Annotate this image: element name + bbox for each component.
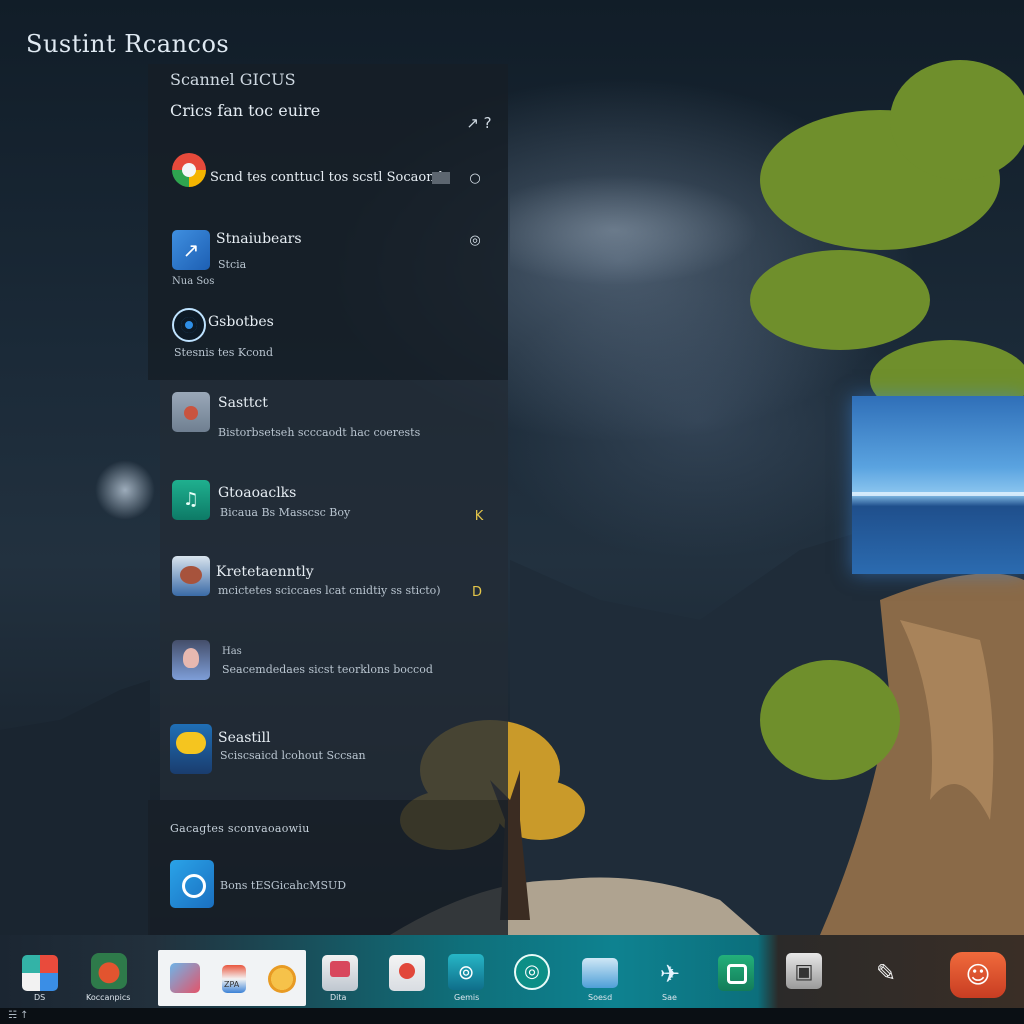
section-label: Gacagtes sconvaoaowiu [170, 822, 310, 835]
list-item-title[interactable]: Bons tESGicahcMSUD [220, 879, 346, 892]
photos-app-icon[interactable] [582, 958, 618, 988]
list-item-title[interactable]: Sasttct [218, 395, 268, 411]
list-item-title[interactable]: Gsbotbes [208, 314, 274, 330]
assistant-app-icon[interactable] [950, 952, 1006, 998]
windows-apps-icon[interactable] [22, 955, 58, 991]
floating-landscape-window[interactable] [852, 396, 1024, 574]
taskbar-label: Dita [330, 993, 347, 1002]
chat-icon[interactable] [170, 724, 212, 774]
start-menu-subheading: Crics fan toc euire [170, 101, 321, 120]
expand-button[interactable]: ↗ ? [462, 112, 496, 134]
list-item-title[interactable]: Has [222, 646, 242, 657]
list-item-subtitle: Stcia [218, 258, 247, 271]
list-item-subtitle: Bistorbsetseh scccaodt hac coerests [218, 426, 421, 439]
media-app-icon[interactable] [322, 955, 358, 991]
taskbar-label: Koccanpics [86, 993, 131, 1002]
list-item-subtitle: Bicaua Bs Masscsc Boy [220, 506, 351, 519]
horizon-line [852, 492, 1024, 496]
music-icon[interactable] [172, 480, 210, 520]
pinned-app-1-icon[interactable] [170, 963, 200, 993]
list-item-title[interactable]: Kretetaenntly [216, 564, 314, 580]
desktop-title: Sustint Rcancos [26, 30, 230, 58]
arrow-app-icon[interactable] [172, 230, 210, 270]
games-app-icon[interactable] [448, 954, 484, 990]
list-item-title[interactable]: Seastill [218, 730, 270, 746]
taskbar-label: Gemis [454, 993, 480, 1002]
taskbar-label: Sae [662, 993, 677, 1002]
eye-icon[interactable] [172, 308, 206, 342]
taskbar-label: ZPA [224, 980, 240, 989]
mail-app-icon[interactable] [389, 955, 425, 991]
progress-block [432, 172, 450, 184]
tray-icons[interactable]: ☵ ↑ [8, 1010, 29, 1021]
list-item-subtitle: Seacemdedaes sicst teorklons boccod [222, 663, 433, 676]
hub-app-icon[interactable] [91, 953, 127, 989]
gray-app-icon[interactable] [172, 392, 210, 432]
item-action-button[interactable]: K [470, 508, 488, 526]
files-app-icon[interactable] [786, 953, 822, 989]
system-tray-strip [0, 1008, 1024, 1024]
list-item-subtitle: Stesnis tes Kcond [174, 346, 274, 359]
google-icon[interactable] [172, 153, 206, 187]
list-item-subtitle: Sciscsaicd lcohout Sccsan [220, 749, 366, 762]
taskbar-label: Soesd [588, 993, 613, 1002]
list-item-subtitle: mcictetes sciccaes lcat cnidtiy ss stict… [218, 584, 441, 597]
list-item-title[interactable]: Stnaiubears [216, 231, 302, 247]
photo-icon[interactable] [172, 556, 210, 596]
travel-app-icon[interactable] [652, 956, 688, 992]
pinned-app-3-icon[interactable] [268, 965, 296, 993]
list-item-title[interactable]: Scnd tes conttucl tos scstl Socaonds [210, 170, 450, 185]
browser-app-icon[interactable] [514, 954, 550, 990]
start-menu-heading: Scannel GICUS [170, 70, 296, 89]
list-item-title[interactable]: Gtoaoaclks [218, 485, 296, 501]
item-action-button[interactable]: D [468, 584, 486, 602]
portrait-icon[interactable] [172, 640, 210, 680]
taskbar-label: DS [34, 993, 46, 1002]
list-item-caption: Nua Sos [172, 276, 215, 287]
draw-app-icon[interactable] [868, 955, 904, 991]
item-action-button[interactable]: ◎ [466, 232, 484, 250]
camera-icon[interactable] [170, 860, 214, 908]
item-action-button[interactable]: ○ [466, 170, 484, 188]
camera-app-icon[interactable] [718, 955, 754, 991]
